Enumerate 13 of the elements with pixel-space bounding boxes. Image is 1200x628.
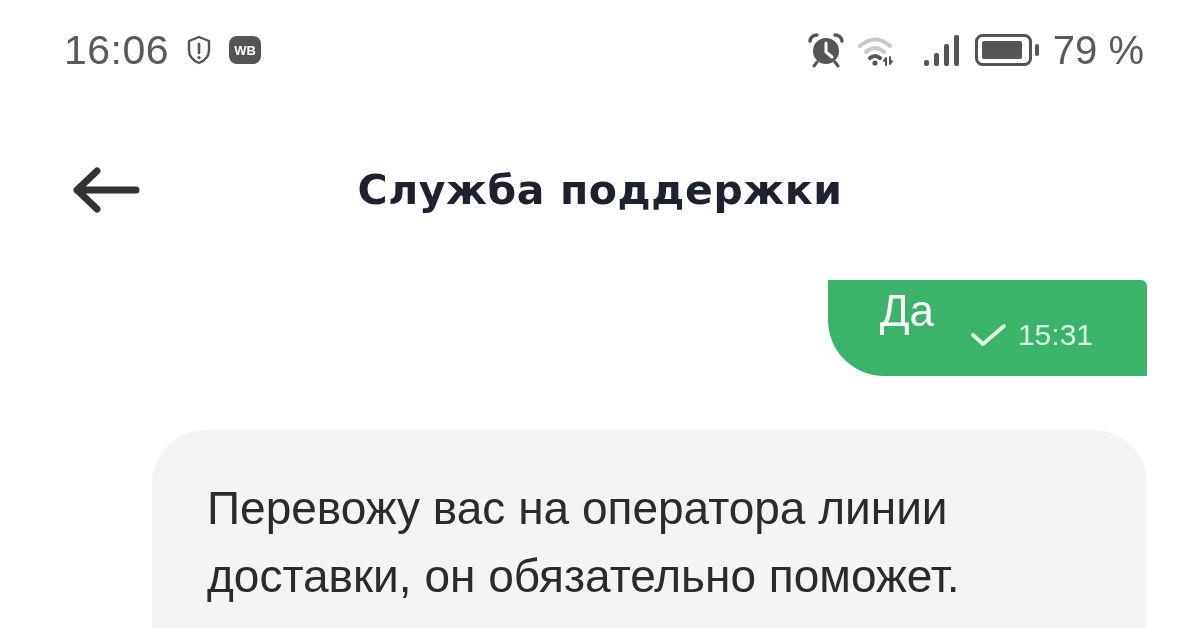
screen-title: Служба поддержки xyxy=(357,166,843,214)
arrow-left-icon xyxy=(72,167,140,213)
battery-percentage: 79 % xyxy=(1052,27,1144,73)
message-time: 15:31 xyxy=(1017,318,1093,352)
message-text: Перевожу вас на оператора линии доставки, он обязательно поможет. xyxy=(207,481,961,604)
alarm-clock-icon xyxy=(806,32,845,68)
shield-alert-icon xyxy=(187,35,212,65)
back-button[interactable] xyxy=(70,165,142,215)
signal-bars-icon xyxy=(922,34,961,66)
battery-icon xyxy=(974,34,1040,66)
status-time: 16:06 xyxy=(64,26,170,74)
message-text: Да xyxy=(879,285,934,337)
app-badge: WB xyxy=(229,36,262,64)
